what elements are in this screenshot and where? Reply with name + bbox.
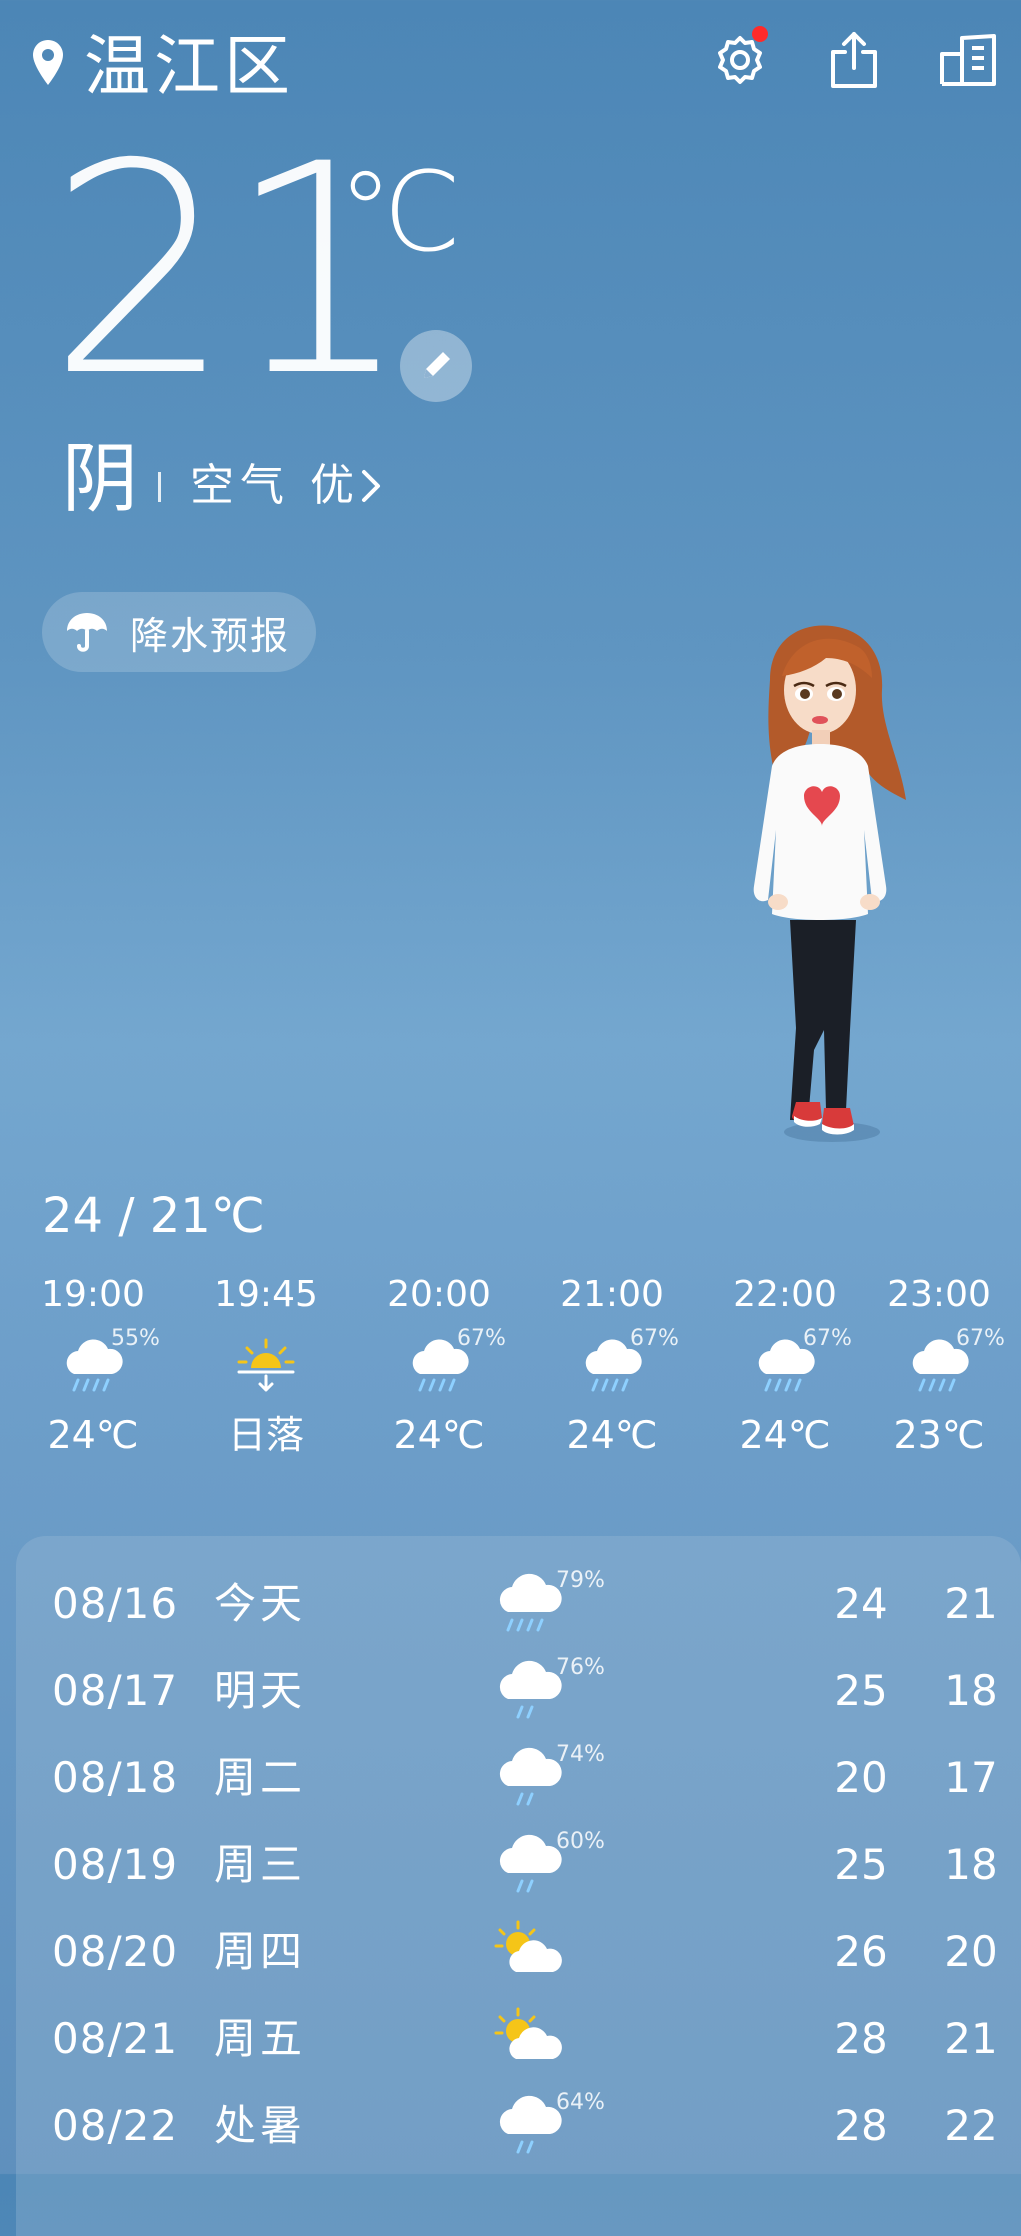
hourly-forecast[interactable]: 19:00 55% 24℃ 19:45 日落 20:00 67% 24℃ 21:… [0,1270,1021,1470]
hourly-time: 22:00 [733,1274,837,1315]
daily-day: 周四 [214,1927,307,1976]
weather-condition: 阴 [62,434,138,523]
hourly-time: 20:00 [387,1274,491,1315]
hourly-time: 19:00 [41,1274,145,1315]
daily-day: 处暑 [214,2101,307,2150]
umbrella-icon [67,613,107,652]
daily-low: 17 [944,1753,998,1802]
precipitation-percent: 74% [556,1742,605,1767]
daily-forecast-panel: 08/16 今天 79% 24 21 08/17 明天 76% 25 18 08… [16,1536,1021,2236]
daily-date: 08/20 [52,1927,179,1976]
daily-low: 22 [944,2101,998,2150]
hourly-item: 23:00 67% 23℃ [864,1270,1014,1460]
chevron-right-icon[interactable] [356,466,386,506]
share-icon [831,32,877,88]
daily-date: 08/19 [52,1840,179,1889]
daily-date: 08/17 [52,1666,179,1715]
hourly-item: 19:45 日落 [180,1270,352,1460]
hourly-value: 24℃ [47,1413,139,1457]
daily-high: 24 [834,1579,888,1628]
pencil-icon [424,352,450,378]
daily-row[interactable]: 08/20 周四 26 20 [16,1910,1021,1997]
precipitation-forecast-button[interactable]: 降水预报 [42,592,316,672]
hourly-time: 21:00 [560,1274,664,1315]
hourly-item: 22:00 67% 24℃ [699,1270,871,1460]
hourly-value: 24℃ [739,1413,831,1457]
hourly-time: 19:45 [214,1274,318,1315]
avatar-illustration[interactable] [720,620,930,1180]
today-temperature-range: 24 / 21℃ [42,1188,265,1244]
precipitation-percent: 55% [111,1326,160,1351]
daily-high: 25 [834,1840,888,1889]
city-list-icon [940,34,996,86]
daily-high: 26 [834,1927,888,1976]
air-quality-link[interactable]: 空气 优 [190,456,360,516]
daily-date: 08/22 [52,2101,179,2150]
daily-low: 21 [944,2014,998,2063]
hourly-item: 20:00 67% 24℃ [353,1270,525,1460]
sunset-icon [237,1338,295,1392]
daily-day: 今天 [214,1579,307,1628]
daily-row[interactable]: 08/16 今天 79% 24 21 [16,1562,1021,1649]
daily-high: 20 [834,1753,888,1802]
hourly-item: 19:00 55% 24℃ [7,1270,179,1460]
daily-row[interactable]: 08/22 处暑 64% 28 22 [16,2084,1021,2171]
hourly-value: 24℃ [393,1413,485,1457]
daily-date: 08/16 [52,1579,179,1628]
precipitation-percent: 67% [956,1326,1005,1351]
daily-high: 28 [834,2014,888,2063]
precipitation-percent: 67% [630,1326,679,1351]
edit-button[interactable] [400,330,472,402]
share-button[interactable] [822,28,886,92]
hourly-value: 24℃ [566,1413,658,1457]
daily-row[interactable]: 08/21 周五 28 21 [16,1997,1021,2084]
partly-cloudy-icon [494,1920,562,1972]
daily-date: 08/21 [52,2014,179,2063]
hourly-time: 23:00 [887,1274,991,1315]
precipitation-percent: 64% [556,2090,605,2115]
precipitation-percent: 67% [457,1326,506,1351]
precipitation-percent: 67% [803,1326,852,1351]
temperature-unit: ℃ [338,148,462,276]
precipitation-percent: 76% [556,1655,605,1680]
daily-high: 28 [834,2101,888,2150]
city-list-button[interactable] [936,28,1000,92]
daily-row[interactable]: 08/19 周三 60% 25 18 [16,1823,1021,1910]
divider [158,472,161,502]
daily-row[interactable]: 08/17 明天 76% 25 18 [16,1649,1021,1736]
daily-low: 21 [944,1579,998,1628]
settings-button[interactable] [708,26,772,92]
daily-date: 08/18 [52,1753,179,1802]
notification-dot [752,26,768,42]
daily-day: 周三 [214,1840,307,1889]
precipitation-forecast-label: 降水预报 [130,613,291,658]
daily-high: 25 [834,1666,888,1715]
daily-row[interactable]: 08/18 周二 74% 20 17 [16,1736,1021,1823]
precipitation-percent: 79% [556,1568,605,1593]
hourly-item: 21:00 67% 24℃ [526,1270,698,1460]
daily-low: 20 [944,1927,998,1976]
daily-day: 周五 [214,2014,307,2063]
hourly-value: 日落 [227,1413,304,1457]
hourly-value: 23℃ [893,1413,985,1457]
partly-cloudy-icon [494,2007,562,2059]
daily-low: 18 [944,1666,998,1715]
daily-day: 周二 [214,1753,307,1802]
location-name[interactable]: 温江区 [84,22,294,112]
location-pin-icon [30,38,66,88]
daily-day: 明天 [214,1666,307,1715]
daily-low: 18 [944,1840,998,1889]
precipitation-percent: 60% [556,1829,605,1854]
